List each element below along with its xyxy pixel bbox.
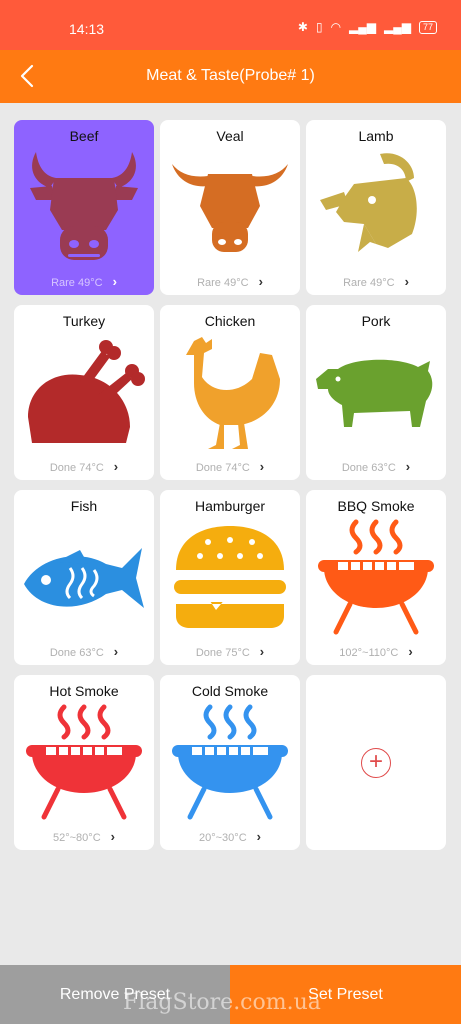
add-circle-icon[interactable]: +: [361, 748, 391, 778]
card-caption: Rare 49°C ›: [14, 274, 154, 289]
calf-icon: [168, 148, 292, 270]
preset-card-cold-smoke[interactable]: Cold Smoke 20°~30°C ›: [160, 675, 300, 850]
bottom-action-bar: Remove Preset Set Preset: [0, 965, 461, 1024]
card-title: Lamb: [358, 128, 394, 144]
chevron-right-icon: ›: [112, 274, 117, 289]
chevron-right-icon: ›: [256, 829, 261, 844]
preset-card-bbq-smoke[interactable]: BBQ Smoke 102°~110°C ›: [306, 490, 446, 665]
card-title: Hot Smoke: [49, 683, 119, 699]
card-title: Cold Smoke: [191, 683, 269, 699]
card-caption: 52°~80°C ›: [14, 829, 154, 844]
chevron-right-icon: ›: [404, 274, 409, 289]
preset-card-pork[interactable]: Pork Done 63°C ›: [306, 305, 446, 480]
hamburger-icon: [168, 518, 292, 640]
card-caption: Rare 49°C ›: [160, 274, 300, 289]
preset-card-beef[interactable]: Beef Rare 49°C ›: [14, 120, 154, 295]
caption-text: Done 74°C: [195, 462, 250, 474]
card-caption: Done 63°C ›: [306, 459, 446, 474]
preset-card-veal[interactable]: Veal Rare 49°C ›: [160, 120, 300, 295]
app-bar: Meat & Taste(Probe# 1): [0, 50, 461, 103]
cow-icon: [22, 148, 146, 270]
chevron-right-icon: ›: [259, 459, 265, 474]
caption-text: Done 75°C: [195, 647, 250, 659]
preset-card-lamb[interactable]: Lamb Rare 49°C ›: [306, 120, 446, 295]
caption-text: Rare 49°C: [343, 277, 395, 289]
card-caption: Done 74°C ›: [14, 459, 154, 474]
preset-card-hamburger[interactable]: Hamburger Done 75°C ›: [160, 490, 300, 665]
caption-text: Rare 49°C: [51, 277, 103, 289]
wifi-icon: ◠: [330, 20, 342, 34]
card-title: Pork: [361, 313, 391, 329]
status-time: 14:13: [69, 21, 105, 37]
preset-card-fish[interactable]: Fish Done 63°C ›: [14, 490, 154, 665]
preset-card-hot-smoke[interactable]: Hot Smoke 52°~80°C ›: [14, 675, 154, 850]
signal-icon-2: ▂▄▆: [384, 20, 411, 34]
cold-grill-icon: [168, 703, 292, 825]
caption-text: 102°~110°C: [339, 647, 399, 659]
status-bar: 14:13 ✱ ▯ ◠ ▂▄▆ ▂▄▆ 77: [0, 0, 461, 50]
preset-card-chicken[interactable]: Chicken Done 74°C ›: [160, 305, 300, 480]
chevron-right-icon: ›: [113, 459, 119, 474]
chicken-icon: [168, 333, 292, 455]
card-title: Hamburger: [194, 498, 266, 514]
card-title: Veal: [216, 128, 244, 144]
hot-grill-icon: [22, 703, 146, 825]
add-preset-card[interactable]: +: [306, 675, 446, 850]
card-caption: Rare 49°C ›: [306, 274, 446, 289]
card-title: Fish: [70, 498, 98, 514]
chevron-right-icon: ›: [259, 644, 265, 659]
chevron-right-icon: ›: [113, 644, 119, 659]
card-title: Chicken: [204, 313, 256, 329]
roast-turkey-icon: [22, 333, 146, 455]
bbq-grill-icon: [314, 518, 438, 640]
page-title: Meat & Taste(Probe# 1): [146, 67, 315, 84]
bluetooth-icon: ✱: [297, 20, 308, 34]
caption-text: Done 63°C: [49, 647, 104, 659]
caption-text: 20°~30°C: [199, 832, 247, 844]
chevron-right-icon: ›: [405, 459, 411, 474]
fish-icon: [22, 518, 146, 640]
pig-icon: [314, 333, 438, 455]
card-caption: 102°~110°C ›: [306, 644, 446, 659]
chevron-right-icon: ›: [258, 274, 263, 289]
caption-text: Done 74°C: [49, 462, 104, 474]
chevron-right-icon: ›: [408, 644, 413, 659]
card-title: Turkey: [62, 313, 106, 329]
card-caption: Done 74°C ›: [160, 459, 300, 474]
caption-text: Done 63°C: [341, 462, 396, 474]
card-caption: 20°~30°C ›: [160, 829, 300, 844]
preset-card-turkey[interactable]: Turkey Done 74°C ›: [14, 305, 154, 480]
card-title: Beef: [69, 128, 99, 144]
remove-preset-button[interactable]: Remove Preset: [0, 965, 230, 1024]
card-caption: Done 75°C ›: [160, 644, 300, 659]
chevron-right-icon: ›: [110, 829, 115, 844]
caption-text: Rare 49°C: [197, 277, 249, 289]
vibrate-icon: ▯: [315, 20, 323, 34]
status-icons: ✱ ▯ ◠ ▂▄▆ ▂▄▆ 77: [298, 20, 437, 34]
card-title: BBQ Smoke: [337, 498, 415, 514]
goat-icon: [314, 148, 438, 270]
signal-icon: ▂▄▆: [349, 20, 377, 34]
card-caption: Done 63°C ›: [14, 644, 154, 659]
battery-icon: 77: [418, 20, 437, 34]
set-preset-button[interactable]: Set Preset: [230, 965, 461, 1024]
caption-text: 52°~80°C: [53, 832, 101, 844]
